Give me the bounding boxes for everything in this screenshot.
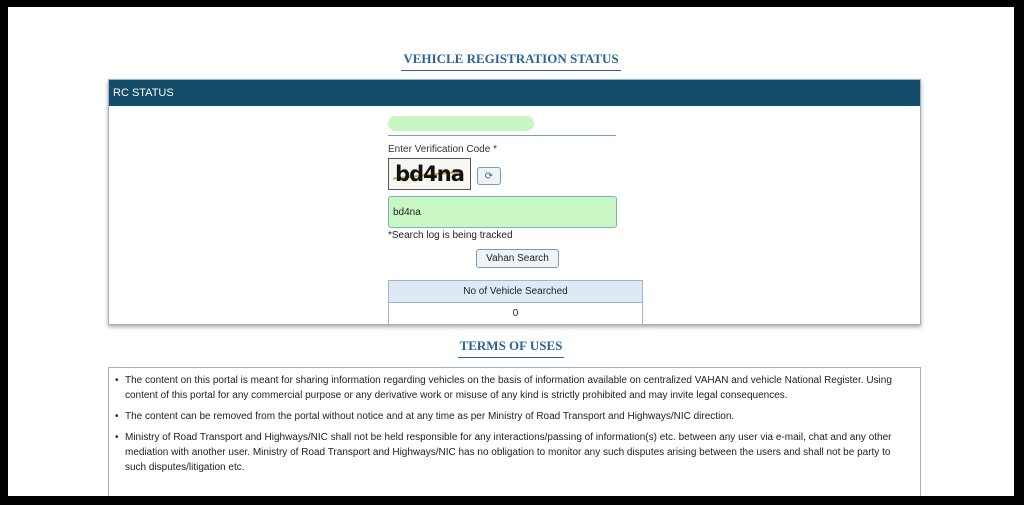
terms-title: TERMS OF USES bbox=[457, 338, 565, 358]
rc-status-panel: RC STATUS Enter Verification Code * bd4n… bbox=[108, 79, 921, 325]
required-mark: * bbox=[493, 144, 497, 155]
captcha-text: bd4na bbox=[395, 162, 465, 186]
search-log-note: *Search log is being tracked bbox=[388, 230, 513, 241]
vahan-search-button[interactable]: Vahan Search bbox=[476, 249, 559, 268]
divider bbox=[388, 135, 616, 136]
terms-item: Ministry of Road Transport and Highways/… bbox=[115, 430, 910, 475]
captcha-input[interactable] bbox=[388, 196, 617, 228]
verification-label: Enter Verification Code * bbox=[388, 144, 497, 155]
rc-status-header: RC STATUS bbox=[109, 80, 920, 106]
status-pill bbox=[388, 116, 534, 131]
page-title: VEHICLE REGISTRATION STATUS bbox=[401, 51, 621, 71]
terms-title-wrapper: TERMS OF USES bbox=[8, 337, 1014, 358]
captcha-image: bd4na bbox=[388, 158, 471, 190]
terms-box[interactable]: The content on this portal is meant for … bbox=[108, 367, 921, 496]
page-frame: VEHICLE REGISTRATION STATUS RC STATUS En… bbox=[8, 7, 1014, 496]
verification-label-text: Enter Verification Code bbox=[388, 144, 491, 155]
terms-item: The content on this portal is meant for … bbox=[115, 373, 910, 403]
terms-item: The content can be removed from the port… bbox=[115, 409, 910, 424]
refresh-icon: ⟳ bbox=[484, 170, 494, 182]
terms-list: The content on this portal is meant for … bbox=[115, 373, 910, 475]
vehicle-search-count-table: No of Vehicle Searched 0 bbox=[388, 280, 643, 325]
count-header: No of Vehicle Searched bbox=[388, 280, 643, 303]
captcha-refresh-button[interactable]: ⟳ bbox=[477, 167, 501, 185]
count-value: 0 bbox=[388, 302, 643, 325]
page-title-wrapper: VEHICLE REGISTRATION STATUS bbox=[8, 50, 1014, 71]
